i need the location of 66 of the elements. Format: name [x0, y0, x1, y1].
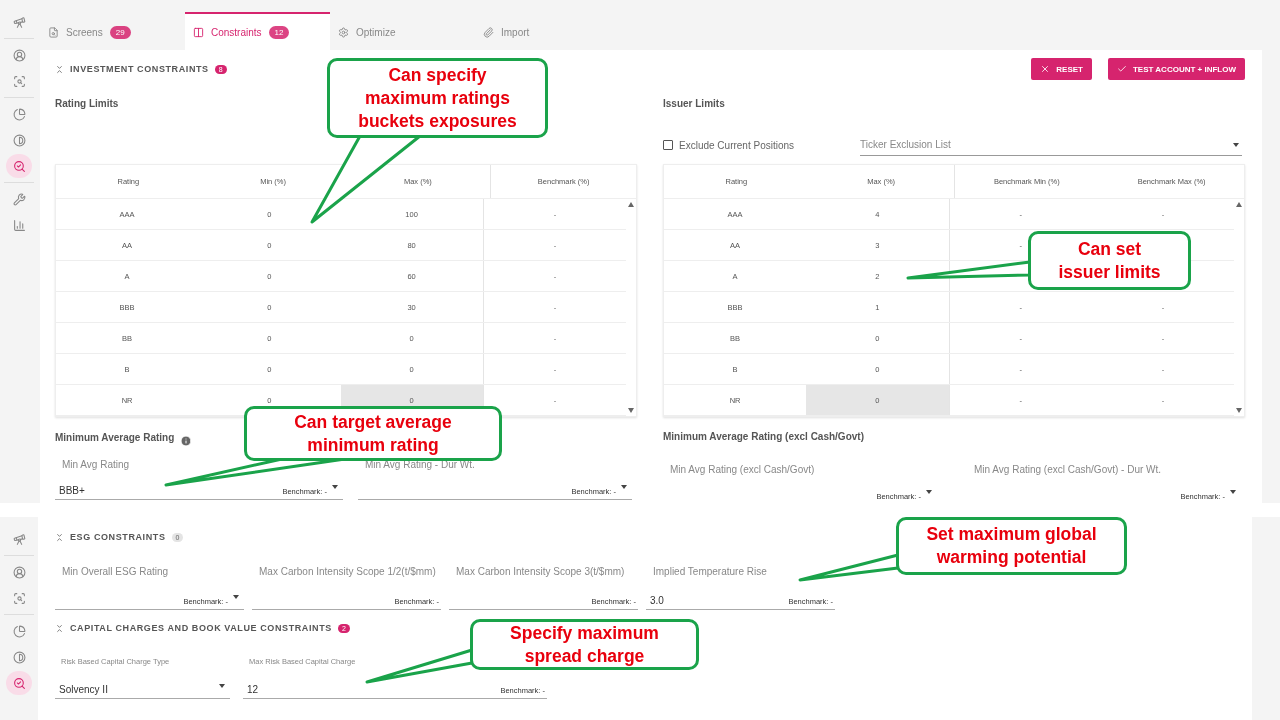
check-icon [1116, 64, 1127, 74]
panel-title: Minimum Average Rating [55, 432, 175, 445]
telescope-icon [12, 532, 26, 546]
search-icon [12, 74, 26, 88]
field-value: 3.0 [649, 595, 665, 606]
callout: Set maximum global warming potential [896, 517, 1127, 575]
caret-icon [219, 684, 225, 688]
scroll-up-icon[interactable] [1236, 202, 1242, 207]
panel-title: Minimum Average Rating (excl Cash/Govt) [663, 431, 864, 444]
confirm-button[interactable]: TEST ACCOUNT + INFLOW [1107, 58, 1245, 80]
count-badge: 29 [109, 25, 131, 39]
search-icon [12, 676, 26, 690]
field-value: BBB+ [58, 485, 86, 496]
field-label: Min Overall ESG Rating [61, 566, 170, 577]
caret-icon [1230, 490, 1236, 494]
search-icon [12, 591, 26, 605]
field-value: Solvency II [58, 684, 109, 695]
pie-chart-icon [12, 107, 26, 121]
collapse-icon[interactable] [55, 532, 64, 542]
user-icon [12, 48, 26, 62]
paperclip-icon [483, 26, 494, 38]
panel-title: Rating Limits [55, 98, 119, 111]
callout: Specify maximum spread charge [470, 619, 699, 670]
callout: Can set issuer limits [1028, 231, 1191, 290]
search-icon [12, 159, 26, 173]
section-title: CAPITAL CHARGES AND BOOK VALUE CONSTRAINTS [70, 623, 332, 633]
field-label: Min Avg Rating (excl Cash/Govt) [669, 464, 816, 475]
collapse-icon[interactable] [55, 64, 64, 74]
tab[interactable]: Constraints 12 [185, 12, 330, 50]
count-badge: 12 [268, 25, 290, 39]
sidebar-item[interactable] [6, 154, 32, 178]
caret-icon [1233, 142, 1239, 147]
wrench-icon [12, 192, 26, 206]
user-icon [12, 565, 26, 579]
telescope-icon [12, 15, 26, 29]
scroll-down-icon[interactable] [628, 408, 634, 413]
reset-button[interactable]: RESET [1031, 58, 1092, 80]
close-icon [1040, 64, 1051, 74]
dropdown-field[interactable]: Ticker Exclusion List [860, 134, 1242, 156]
scroll-up-icon[interactable] [628, 202, 634, 207]
caret-icon [233, 595, 239, 599]
section-title: ESG CONSTRAINTS [70, 532, 166, 542]
callout: Can specify maximum ratings buckets exposures [327, 58, 548, 138]
caret-icon [332, 485, 338, 489]
field-label: Min Avg Rating [61, 459, 131, 470]
collapse-icon[interactable] [55, 623, 64, 633]
caret-icon [926, 490, 932, 494]
sidebar-item[interactable] [6, 671, 32, 695]
info-icon[interactable] [180, 435, 193, 447]
checkbox-label: Exclude Current Positions [679, 139, 795, 151]
checkbox[interactable] [663, 140, 673, 150]
field-label: Min Avg Rating (excl Cash/Govt) - Dur Wt. [973, 464, 1163, 475]
bar-chart-icon [12, 218, 26, 232]
columns-icon [193, 26, 204, 38]
field-value: 12 [246, 684, 260, 695]
caret-icon [621, 485, 627, 489]
field-label: Implied Temperature Rise [652, 566, 768, 577]
pie-chart-icon [12, 624, 26, 638]
file-search-icon [48, 26, 59, 38]
field-label: Max Carbon Intensity Scope 3(t/$mm) [455, 566, 626, 577]
tab[interactable]: Screens 29 [40, 12, 185, 50]
section-title: INVESTMENT CONSTRAINTS [70, 64, 209, 74]
scroll-down-icon[interactable] [1236, 408, 1242, 413]
panel-title: Issuer Limits [663, 98, 725, 111]
gear-icon [338, 26, 349, 38]
field-label: Max Carbon Intensity Scope 1/2(t/$mm) [258, 566, 437, 577]
